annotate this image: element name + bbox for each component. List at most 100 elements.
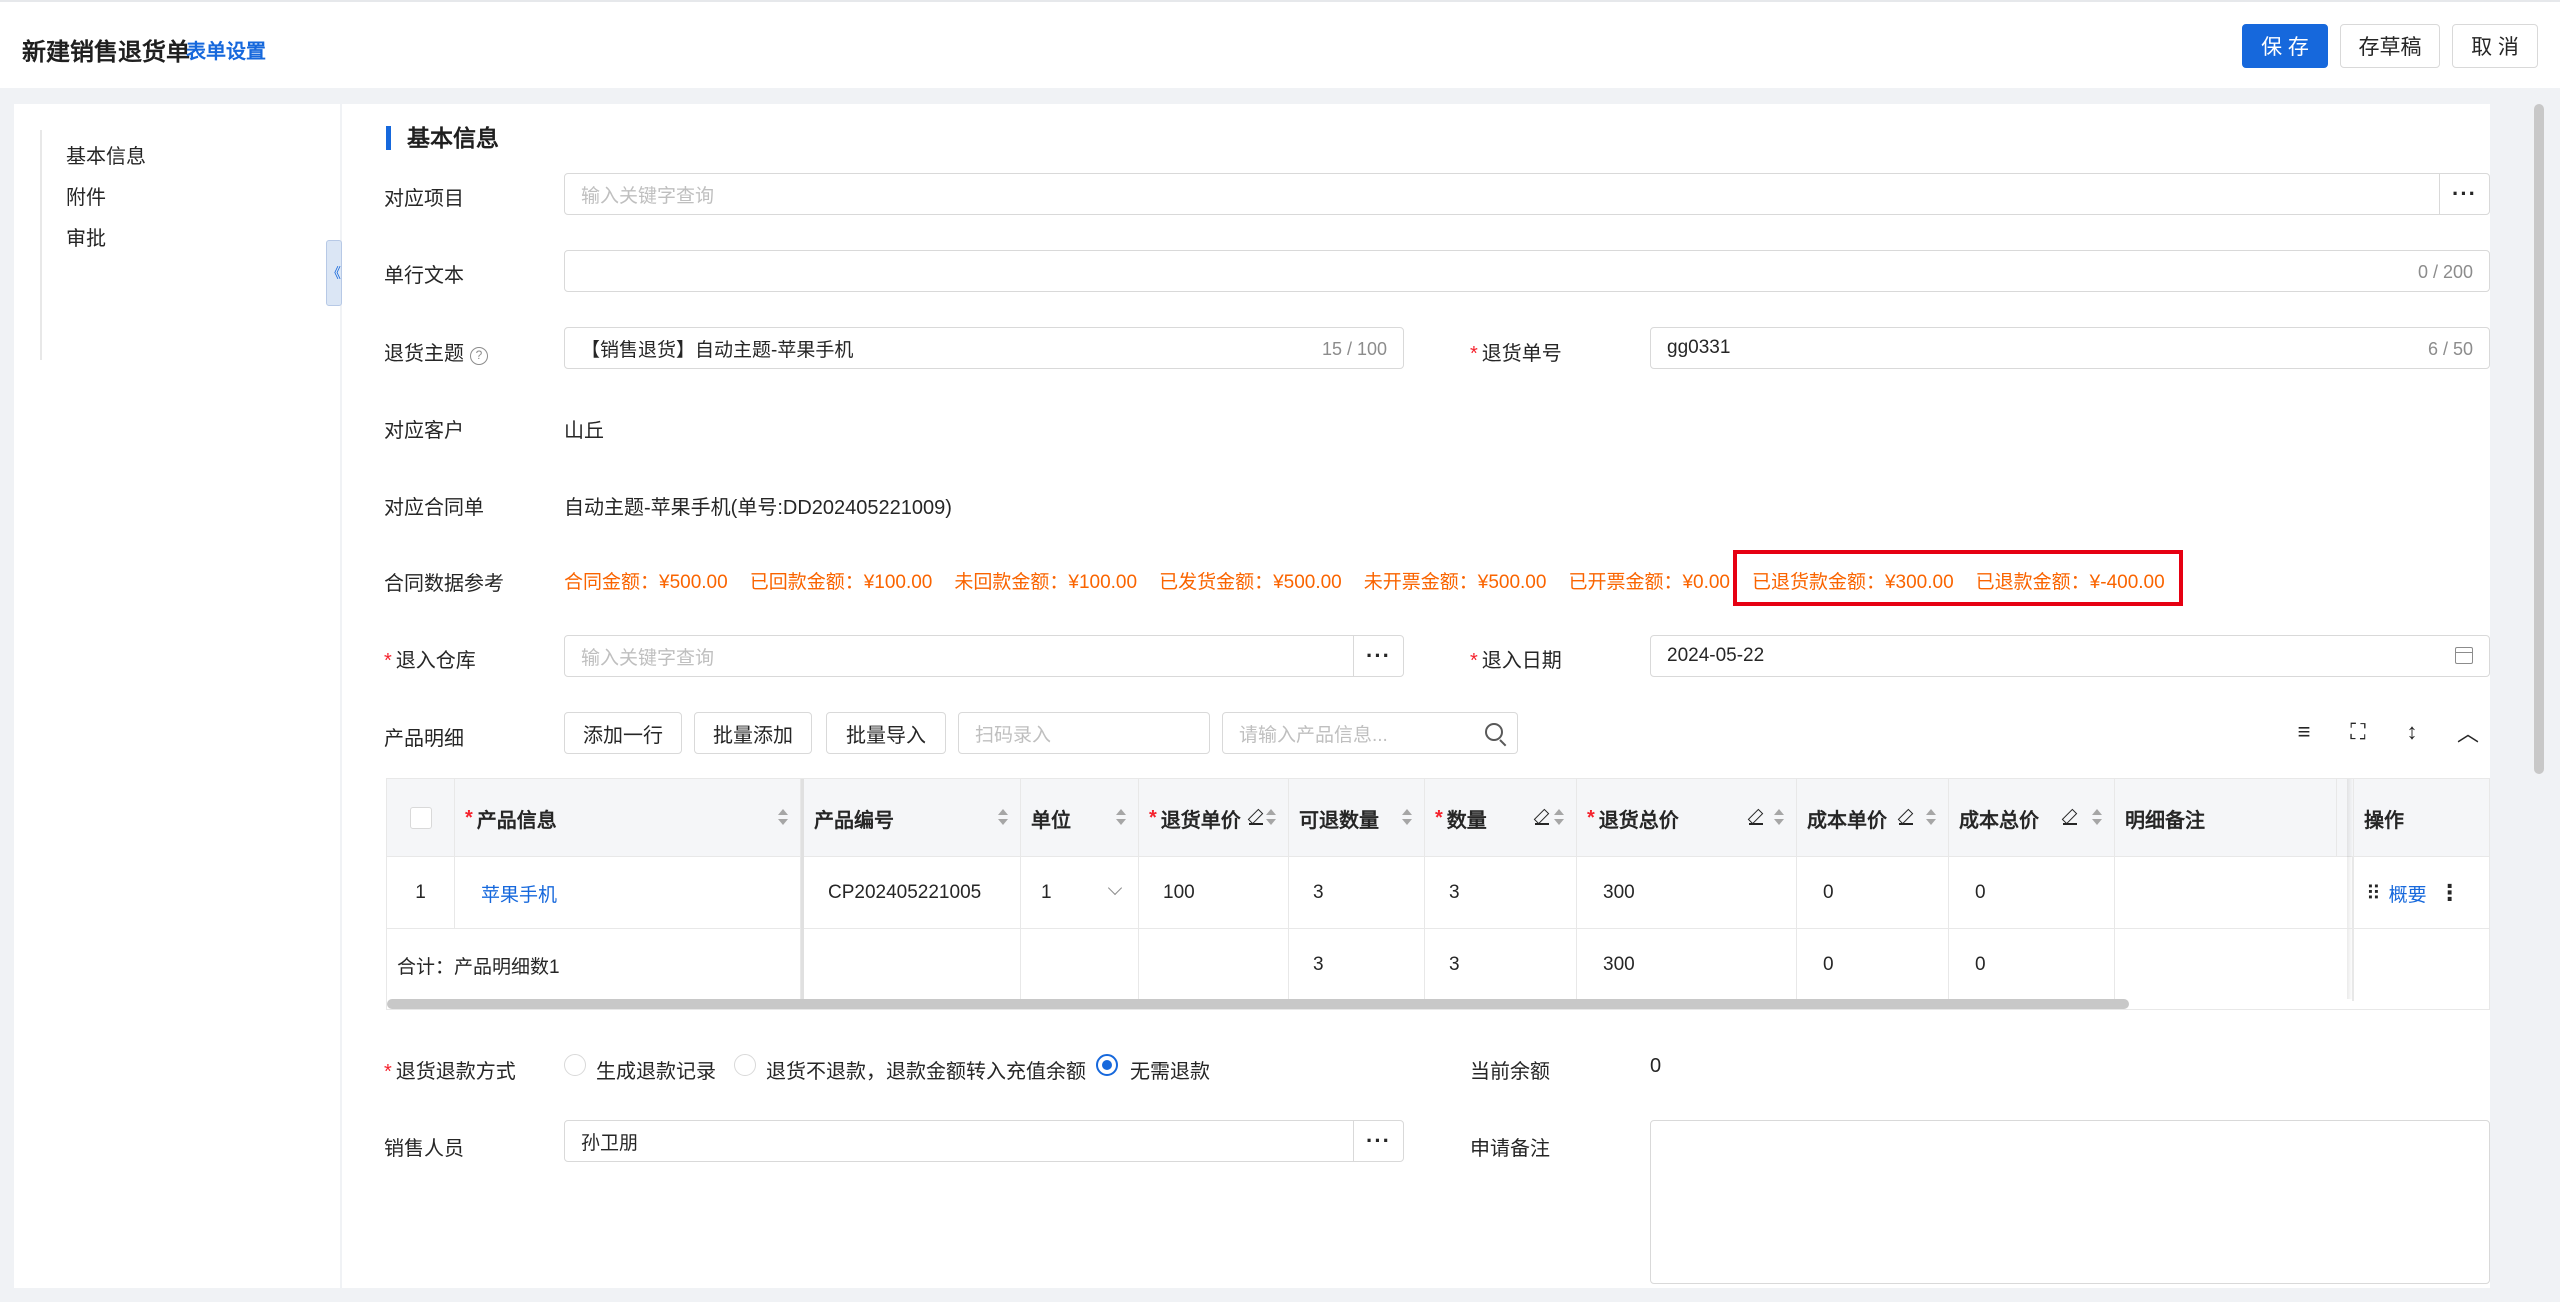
header-cost-total[interactable]: 成本总价 <box>1949 779 2115 857</box>
header-returnable-qty-text: 可退数量 <box>1299 809 1379 832</box>
sort-icon[interactable] <box>1116 809 1126 827</box>
required-mark: * <box>384 650 392 672</box>
sort-icon[interactable] <box>998 809 1008 827</box>
header-select-cell <box>387 779 455 857</box>
add-row-button[interactable]: 添加一行 <box>564 712 682 754</box>
summary-cost-total: 0 <box>1949 929 2115 1001</box>
search-icon[interactable] <box>1474 712 1518 754</box>
single-text-count: 0 / 200 <box>2417 262 2473 282</box>
product-link[interactable]: 苹果手机 <box>481 880 557 907</box>
project-input[interactable]: 输入关键字查询 ··· <box>564 173 2490 215</box>
header-qty[interactable]: * 数量 <box>1425 779 1577 857</box>
sort-icon[interactable] <box>1402 809 1412 827</box>
return-date-label-text: 退入日期 <box>1481 650 1562 672</box>
return-no-label-text: 退货单号 <box>1481 343 1562 365</box>
sort-icon[interactable] <box>1266 809 1276 827</box>
project-more-button[interactable]: ··· <box>2439 174 2489 214</box>
batch-import-button[interactable]: 批量导入 <box>826 712 946 754</box>
balance-value: 0 <box>1650 1055 1662 1077</box>
contract-ref-label: 合同数据参考 <box>384 573 504 595</box>
refund-method-label-text: 退货退款方式 <box>395 1061 516 1083</box>
return-date-picker[interactable]: 2024-05-22 <box>1650 635 2490 677</box>
radio-generate-refund[interactable] <box>564 1054 586 1076</box>
product-search-input[interactable]: 请输入产品信息... <box>1222 712 1476 754</box>
cell-cost-total[interactable]: 0 <box>1949 857 2115 929</box>
cell-qty[interactable]: 3 <box>1425 857 1577 929</box>
radio-no-refund-needed-label[interactable]: 无需退款 <box>1130 1055 1210 1084</box>
radio-no-refund-recharge-label[interactable]: 退货不退款，退款金额转入充值余额 <box>766 1055 1086 1084</box>
edit-icon[interactable] <box>2063 811 2077 825</box>
calendar-icon[interactable] <box>2455 647 2473 664</box>
chevron-down-icon[interactable] <box>1107 880 1123 896</box>
warehouse-more-button[interactable]: ··· <box>1353 636 1403 676</box>
sidebar-collapse-handle[interactable]: 《 <box>326 240 342 306</box>
header-unit[interactable]: 单位 <box>1021 779 1139 857</box>
sort-icon[interactable] <box>1554 809 1564 827</box>
more-icon[interactable]: ⋮ <box>2439 880 2461 906</box>
edit-icon[interactable] <box>1248 811 1263 825</box>
cell-product-code: CP202405221005 <box>801 857 1021 929</box>
cell-total-price[interactable]: 300 <box>1577 857 1797 929</box>
row-height-icon[interactable]: ↕ <box>2398 718 2426 746</box>
save-draft-button[interactable]: 存草稿 <box>2340 24 2440 68</box>
help-icon[interactable]: ? <box>470 347 488 365</box>
single-text-input[interactable]: 0 / 200 <box>564 250 2490 292</box>
sales-more-button[interactable]: ··· <box>1353 1121 1403 1161</box>
required-mark: * <box>384 1061 392 1083</box>
cancel-button[interactable]: 取 消 <box>2452 24 2538 68</box>
form-setting-link[interactable]: 表单设置 <box>186 35 266 64</box>
cell-action: ⠿ 概要 ⋮ <box>2353 857 2489 929</box>
edit-icon[interactable] <box>1899 811 1913 825</box>
return-no-value: gg0331 <box>1667 337 1731 358</box>
refund-method-label: * 退货退款方式 <box>384 1055 516 1084</box>
sidebar-item-approval[interactable]: 审批 <box>66 222 106 251</box>
header-product-code[interactable]: 产品编号 <box>801 779 1021 857</box>
summary-empty <box>1139 929 1289 1001</box>
return-no-input[interactable]: gg0331 6 / 50 <box>1650 327 2490 369</box>
sidebar-item-attachment[interactable]: 附件 <box>66 181 106 210</box>
header-total-price[interactable]: * 退货总价 <box>1577 779 1797 857</box>
header-cost-price[interactable]: 成本单价 <box>1797 779 1949 857</box>
header-qty-text: 数量 <box>1446 809 1487 832</box>
warehouse-label: * 退入仓库 <box>384 644 476 673</box>
product-table: * 产品信息 产品编号 单位 * 退货单价 可退数量 * 数量 * 退货总价 成本单价 … <box>386 778 2490 1010</box>
select-all-checkbox[interactable] <box>409 807 432 829</box>
sort-icon[interactable] <box>2092 809 2102 827</box>
warehouse-input[interactable]: 输入关键字查询 ··· <box>564 635 1404 677</box>
invoiced-amount: 已开票金额：¥0.00 <box>1568 572 1730 593</box>
row-density-icon[interactable]: ≡ <box>2290 718 2318 746</box>
cell-note[interactable] <box>2115 857 2353 929</box>
drag-handle-icon[interactable]: ⠿ <box>2366 881 2381 906</box>
header-returnable-qty[interactable]: 可退数量 <box>1289 779 1425 857</box>
scan-input[interactable]: 扫码录入 <box>958 712 1210 754</box>
cell-unit-price[interactable]: 100 <box>1139 857 1289 929</box>
radio-generate-refund-label[interactable]: 生成退款记录 <box>596 1055 716 1084</box>
edit-icon[interactable] <box>1534 811 1549 825</box>
header-cost-total-text: 成本总价 <box>1959 809 2039 832</box>
cell-cost-price[interactable]: 0 <box>1797 857 1949 929</box>
overview-link[interactable]: 概要 <box>2389 880 2427 907</box>
uninvoiced-amount: 未开票金额：¥500.00 <box>1363 572 1547 593</box>
sidebar-item-basic-info[interactable]: 基本信息 <box>66 140 146 169</box>
sales-input[interactable]: 孙卫朋 ··· <box>564 1120 1404 1162</box>
chevron-up-icon[interactable]: ︿ <box>2454 718 2482 746</box>
batch-add-button[interactable]: 批量添加 <box>694 712 812 754</box>
fullscreen-icon[interactable]: ⛶ <box>2344 718 2372 746</box>
subject-input[interactable]: 【销售退货】自动主题-苹果手机 15 / 100 <box>564 327 1404 369</box>
received-amount: 已回款金额：¥100.00 <box>749 572 933 593</box>
top-bar: 新建销售退货单 表单设置 保 存 存草稿 取 消 <box>0 0 2560 88</box>
vertical-scrollbar[interactable] <box>2534 104 2544 774</box>
cell-unit-select[interactable]: 1 <box>1021 857 1139 929</box>
header-note: 明细备注 <box>2115 779 2337 857</box>
save-button[interactable]: 保 存 <box>2242 24 2328 68</box>
sort-icon[interactable] <box>778 809 788 827</box>
sort-icon[interactable] <box>1926 809 1936 827</box>
edit-icon[interactable] <box>1748 811 1763 825</box>
horizontal-scrollbar[interactable] <box>387 999 2129 1009</box>
radio-no-refund-recharge[interactable] <box>734 1054 756 1076</box>
remark-textarea[interactable] <box>1650 1120 2490 1284</box>
header-product-info[interactable]: * 产品信息 <box>455 779 801 857</box>
header-unit-price[interactable]: * 退货单价 <box>1139 779 1289 857</box>
radio-no-refund-needed[interactable] <box>1096 1054 1118 1076</box>
sort-icon[interactable] <box>1774 809 1784 827</box>
